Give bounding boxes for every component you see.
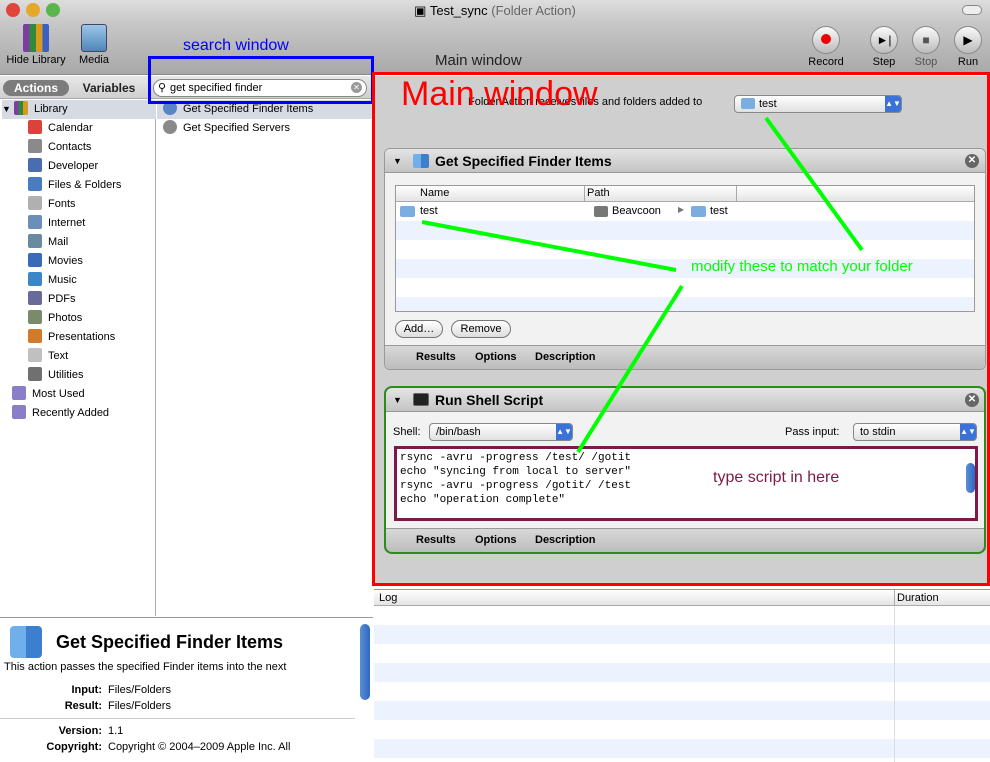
arrow-to-script: [576, 284, 684, 454]
arrow-to-folder-select: [764, 116, 864, 252]
search-icon: ⚲: [158, 82, 167, 94]
arrow-to-finder-items: [421, 220, 677, 272]
annotation-arrows: [421, 116, 864, 454]
